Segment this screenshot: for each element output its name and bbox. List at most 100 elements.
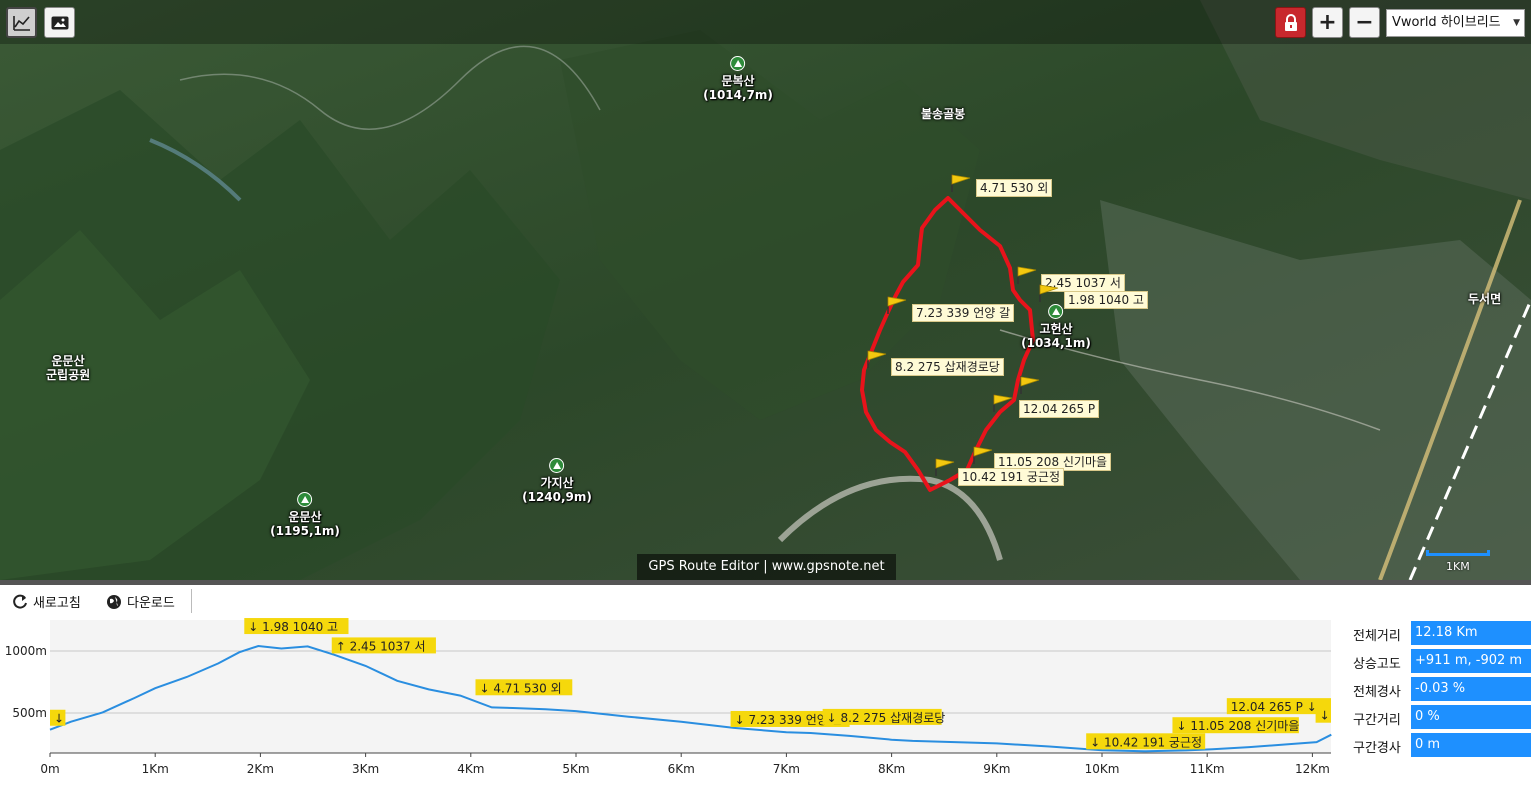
profile-annotation: ↓ 10.42 191 궁근정	[1086, 733, 1206, 750]
stat-value: +911 m, -902 m	[1411, 649, 1531, 673]
waypoint-label: 1.98 1040 고	[1064, 291, 1148, 309]
peak-name: 운문산	[288, 510, 322, 524]
x-tick-label: 11Km	[1190, 762, 1225, 776]
peak-name: 문복산	[721, 74, 755, 88]
stat-value: 0 %	[1411, 705, 1531, 729]
waypoint-label: 8.2 275 삽재경로당	[891, 358, 1004, 376]
refresh-icon	[13, 594, 27, 609]
x-tick-label: 8Km	[878, 762, 905, 776]
flag-icon	[951, 174, 971, 192]
stat-row: 상승고도 +911 m, -902 m	[1345, 649, 1531, 673]
stat-value: 0 m	[1411, 733, 1531, 757]
peak-elevation: (1014,7m)	[703, 88, 773, 102]
stat-label: 상승고도	[1353, 657, 1401, 672]
annotation-text: ↓	[1320, 709, 1330, 723]
peak-elevation: (1240,9m)	[522, 490, 592, 504]
annotation-text: ↓ 10.42 191 궁근정	[1090, 735, 1202, 749]
waypoint-label: 4.71 530 외	[976, 179, 1053, 197]
flag-icon	[1017, 266, 1037, 284]
chart-toggle-button[interactable]	[6, 7, 37, 38]
x-tick-label: 7Km	[773, 762, 800, 776]
profile-toolbar: 새로고침 다운로드	[0, 585, 1340, 618]
x-tick-label: 3Km	[352, 762, 379, 776]
refresh-label: 새로고침	[33, 596, 81, 611]
mountain-icon	[549, 458, 565, 473]
map-type-value: Vworld 하이브리드	[1392, 15, 1501, 30]
y-tick-label: 1000m	[5, 644, 47, 658]
peak-marker[interactable]: 가지산 (1240,9m)	[522, 458, 592, 504]
plot-area	[50, 620, 1331, 753]
x-tick-label: 9Km	[983, 762, 1010, 776]
flag-icon	[1020, 376, 1040, 394]
flag-icon	[935, 458, 955, 476]
waypoint-label: 12.04 265 P	[1019, 400, 1100, 418]
stat-label: 전체경사	[1353, 685, 1401, 700]
download-label: 다운로드	[127, 596, 175, 611]
flag-icon	[867, 350, 887, 368]
refresh-button[interactable]: 새로고침	[12, 592, 81, 611]
toolbar-separator	[191, 589, 192, 613]
place-label: 두서면	[1468, 292, 1502, 306]
x-tick-label: 10Km	[1085, 762, 1120, 776]
lock-icon	[1284, 13, 1297, 31]
peak-marker[interactable]: 운문산 (1195,1m)	[270, 492, 340, 538]
x-tick-label: 12Km	[1295, 762, 1330, 776]
annotation-text: ↑ 2.45 1037 서	[336, 639, 426, 653]
mountain-icon	[730, 56, 746, 71]
y-tick-label: 500m	[12, 706, 47, 720]
stat-label: 구간경사	[1353, 741, 1401, 756]
stat-row: 구간거리 0 %	[1345, 705, 1531, 729]
zoom-out-button[interactable]: −	[1349, 7, 1380, 38]
profile-annotation: ↓ 8.2 275 삽재경로당	[822, 708, 946, 725]
watermark: GPS Route Editor | www.gpsnote.net	[637, 554, 896, 580]
profile-annotation: ↓	[50, 709, 66, 726]
waypoint-label: 10.42 191 궁근정	[958, 468, 1065, 486]
peak-name: 가지산	[540, 476, 574, 490]
stat-row: 전체경사 -0.03 %	[1345, 677, 1531, 701]
map-type-select[interactable]: Vworld 하이브리드 ▼	[1386, 9, 1525, 37]
chart-icon	[12, 15, 30, 31]
peak-marker[interactable]: 문복산 (1014,7m)	[703, 56, 773, 102]
scale-bar: 1KM	[1426, 546, 1490, 573]
profile-annotation: ↓	[1315, 706, 1331, 723]
zoom-in-button[interactable]: +	[1312, 7, 1343, 38]
profile-annotation: 12.04 265 P ↓	[1226, 698, 1331, 715]
profile-annotation: ↓ 4.71 530 외	[475, 679, 573, 696]
x-tick-label: 2Km	[247, 762, 274, 776]
place-label: 불송골봉	[921, 107, 966, 121]
peak-name: 고헌산	[1039, 322, 1073, 336]
mountain-icon	[297, 492, 313, 507]
download-button[interactable]: 다운로드	[106, 592, 175, 611]
stat-value: -0.03 %	[1411, 677, 1531, 701]
annotation-text: ↓ 11.05 208 신기마을	[1176, 719, 1299, 733]
peak-elevation: (1195,1m)	[270, 524, 340, 538]
stat-row: 구간경사 0 m	[1345, 733, 1531, 757]
scale-bar-line	[1426, 550, 1490, 556]
image-toggle-button[interactable]	[44, 7, 75, 38]
peak-marker[interactable]: 고헌산 (1034,1m)	[1021, 304, 1091, 350]
stat-label: 구간거리	[1353, 713, 1401, 728]
x-tick-label: 6Km	[668, 762, 695, 776]
lock-button[interactable]	[1275, 7, 1306, 38]
annotation-text: ↓ 4.71 530 외	[479, 681, 561, 695]
annotation-text: ↓	[54, 712, 64, 726]
map-view[interactable]: + − Vworld 하이브리드 ▼ 문복산 (1014,7m) 고헌산 (10…	[0, 0, 1531, 580]
peak-elevation: (1034,1m)	[1021, 336, 1091, 350]
waypoint-label: 7.23 339 언양 갈	[912, 304, 1015, 322]
x-tick-label: 5Km	[562, 762, 589, 776]
annotation-text: 12.04 265 P ↓	[1231, 700, 1317, 714]
globe-icon	[107, 594, 121, 609]
image-icon	[51, 16, 68, 29]
profile-annotation: ↓ 11.05 208 신기마을	[1172, 717, 1299, 734]
annotation-text: ↓ 1.98 1040 고	[248, 620, 338, 634]
elevation-profile-chart[interactable]: 1000m 500m 0m 1Km 2Km 3Km 4Km 5Km 6Km 7Km 8Km 9Km 10…	[0, 618, 1340, 794]
annotation-text: ↓ 8.2 275 삽재경로당	[827, 711, 946, 725]
stat-label: 전체거리	[1353, 629, 1401, 644]
flag-icon	[993, 394, 1013, 412]
x-tick-label: 4Km	[457, 762, 484, 776]
flag-icon	[973, 446, 993, 464]
profile-annotation: ↑ 2.45 1037 서	[331, 637, 436, 654]
place-label: 운문산 군립공원	[46, 354, 91, 382]
stat-value: 12.18 Km	[1411, 621, 1531, 645]
profile-annotation: ↓ 1.98 1040 고	[244, 618, 349, 635]
